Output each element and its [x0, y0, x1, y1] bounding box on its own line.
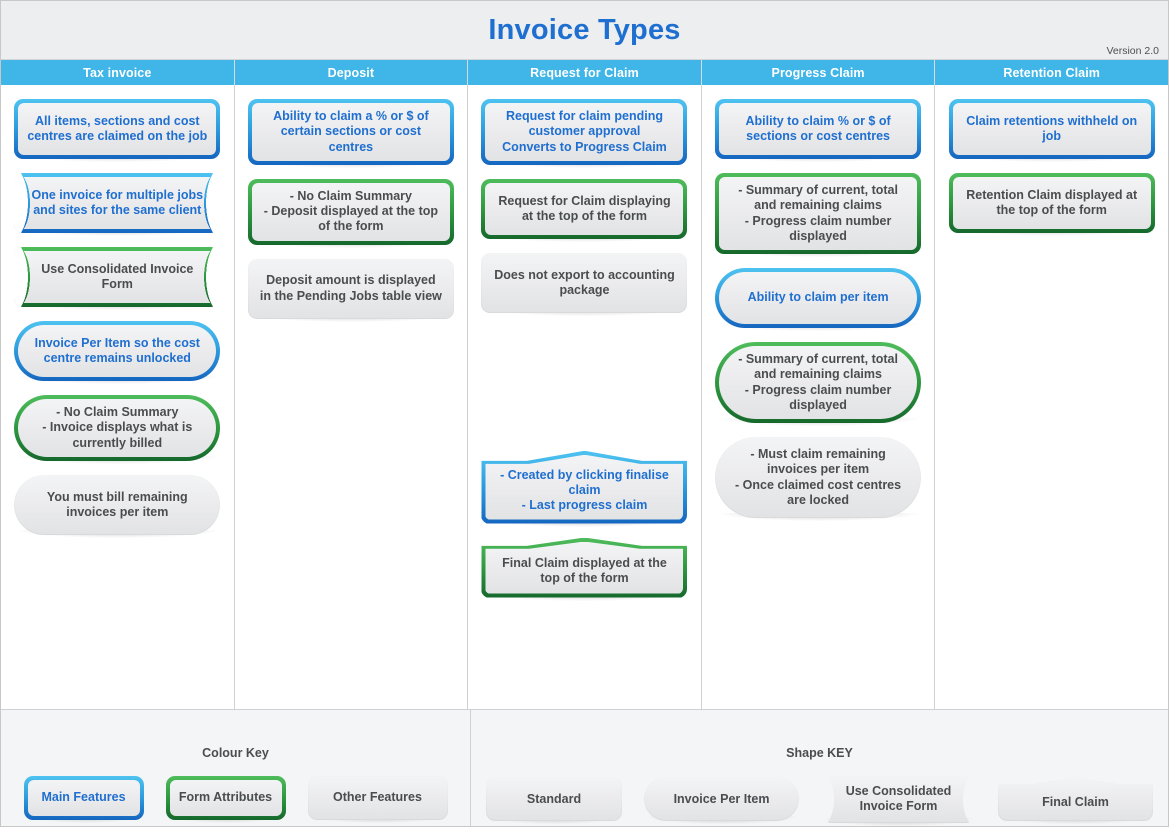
colour-key: Colour Key Main Features Form Attributes O…	[1, 710, 471, 826]
page-title: Invoice Types	[488, 13, 681, 46]
node-c1-6: You must bill remaining invoices per ite…	[14, 474, 221, 538]
column-header-1: Tax invoice	[1, 60, 235, 85]
node-c2-1: Ability to claim a % or $ of certain sec…	[247, 99, 454, 168]
shape-key-item-4-label: Final Claim	[1042, 795, 1109, 810]
node-c5-2-label: Retention Claim displayed at the top of …	[966, 187, 1138, 217]
node-c1-2: One invoice for multiple jobs and sites …	[14, 173, 221, 236]
node-c2-1-label: Ability to claim a % or $ of certain sec…	[273, 109, 429, 154]
shape-key-item-2: Invoice Per Item	[644, 777, 799, 825]
node-c2-3-label: Deposit amount is displayed in the Pendi…	[259, 273, 442, 303]
column-header-5: Retention Claim	[935, 60, 1168, 85]
invoice-types-diagram: Invoice Types Version 2.0 Tax invoice Dep…	[0, 0, 1169, 827]
node-c3-2: Request for Claim displaying at the top …	[481, 178, 688, 242]
node-c3-3: Does not export to accounting package	[481, 252, 688, 316]
node-c4-5: - Must claim remaining invoices per item…	[715, 437, 922, 521]
shape-key-item-4: Final Claim	[998, 777, 1153, 825]
node-c1-3-label: Use Consolidated Invoice Form	[41, 261, 194, 291]
node-c1-5: - No Claim Summary - Invoice displays wh…	[14, 395, 221, 464]
node-c1-4: Invoice Per Item so the cost centre rema…	[14, 321, 221, 384]
node-c2-2-label: - No Claim Summary - Deposit displayed a…	[263, 188, 439, 234]
node-c1-1: All items, sections and cost centres are…	[14, 99, 221, 162]
node-c1-3: Use Consolidated Invoice Form	[14, 247, 221, 310]
node-c4-4-label: - Summary of current, total and remainin…	[738, 352, 898, 412]
colour-key-item-3-label: Other Features	[333, 790, 422, 805]
node-c1-6-label: You must bill remaining invoices per ite…	[46, 489, 188, 519]
shape-key-row: Standard Invoice Per Item Use Consolidated…	[486, 776, 1153, 825]
node-c3-2-label: Request for Claim displaying at the top …	[498, 193, 671, 223]
column-header-2: Deposit	[234, 60, 469, 85]
node-c2-3: Deposit amount is displayed in the Pendi…	[247, 258, 454, 322]
colour-key-item-2: Form Attributes	[165, 776, 286, 823]
column-1: All items, sections and cost centres are…	[1, 85, 235, 709]
node-c2-2: - No Claim Summary - Deposit displayed a…	[247, 178, 454, 248]
node-c1-4-label: Invoice Per Item so the cost centre rema…	[34, 335, 200, 365]
node-c3-5-label: Final Claim displayed at the top of the …	[502, 555, 667, 585]
node-c4-5-label: - Must claim remaining invoices per item…	[735, 447, 902, 507]
colour-key-item-2-label: Form Attributes	[178, 790, 273, 805]
node-c5-1-label: Claim retentions withheld on job	[966, 113, 1138, 143]
column-header-strip: Tax invoice Deposit Request for Claim Progr…	[1, 60, 1168, 85]
colour-key-title: Colour Key	[202, 746, 269, 760]
column-header-3: Request for Claim	[468, 60, 702, 85]
node-c5-2: Retention Claim displayed at the top of …	[948, 173, 1155, 236]
node-c3-4: - Created by clicking finalise claim - L…	[481, 450, 688, 527]
node-c5-1: Claim retentions withheld on job	[948, 99, 1155, 162]
node-c4-4: - Summary of current, total and remainin…	[715, 342, 922, 426]
node-c4-2-label: - Summary of current, total and remainin…	[738, 183, 898, 243]
column-3: Request for claim pending customer appro…	[468, 85, 702, 709]
node-c3-5: Final Claim displayed at the top of the …	[481, 537, 688, 601]
version-label: Version 2.0	[1106, 45, 1159, 57]
shape-key-title: Shape KEY	[786, 746, 853, 760]
node-c1-1-label: All items, sections and cost centres are…	[27, 113, 208, 143]
node-c3-4-label: - Created by clicking finalise claim - L…	[500, 467, 669, 513]
shape-key-item-1: Standard	[486, 777, 622, 825]
diagram-board: All items, sections and cost centres are…	[1, 85, 1168, 709]
shape-key-item-2-label: Invoice Per Item	[673, 791, 770, 806]
shape-key-item-1-label: Standard	[526, 791, 582, 806]
node-c4-1: Ability to claim % or $ of sections or c…	[715, 99, 922, 162]
node-c1-2-label: One invoice for multiple jobs and sites …	[31, 187, 204, 217]
shape-key-item-3: Use Consolidated Invoice Form	[821, 776, 976, 825]
column-4: Ability to claim % or $ of sections or c…	[701, 85, 936, 709]
colour-key-item-1-label: Main Features	[41, 790, 126, 805]
page-header: Invoice Types Version 2.0	[1, 1, 1168, 60]
shape-key: Shape KEY Standard Invoice Per Item Use Co…	[471, 710, 1168, 826]
colour-key-item-1: Main Features	[23, 776, 144, 823]
column-5: Claim retentions withheld on job Retentio…	[935, 85, 1168, 709]
node-c1-5-label: - No Claim Summary - Invoice displays wh…	[42, 405, 193, 450]
node-c3-1: Request for claim pending customer appro…	[481, 99, 688, 168]
node-c3-3-label: Does not export to accounting package	[494, 267, 675, 297]
node-c4-1-label: Ability to claim % or $ of sections or c…	[745, 113, 891, 143]
legend-area: Colour Key Main Features Form Attributes O…	[1, 709, 1168, 826]
colour-key-item-3: Other Features	[307, 776, 448, 823]
node-c4-2: - Summary of current, total and remainin…	[715, 173, 922, 257]
colour-key-row: Main Features Form Attributes Other Featur…	[23, 776, 448, 823]
shape-key-item-3-label: Use Consolidated Invoice Form	[845, 784, 952, 814]
column-header-4: Progress Claim	[701, 60, 936, 85]
node-c3-1-label: Request for claim pending customer appro…	[502, 109, 667, 154]
node-c4-3: Ability to claim per item	[715, 268, 922, 331]
node-c4-3-label: Ability to claim per item	[747, 290, 889, 305]
column-2: Ability to claim a % or $ of certain sec…	[234, 85, 469, 709]
